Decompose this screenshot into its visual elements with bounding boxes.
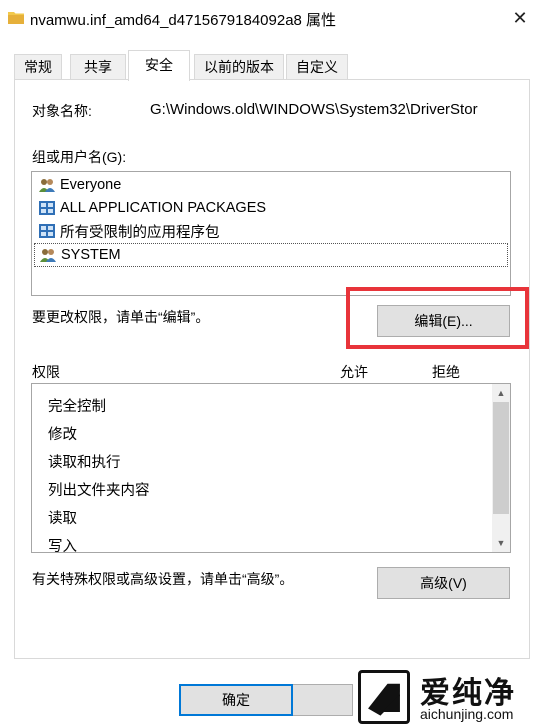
list-item-all-application-packages[interactable]: ALL APPLICATION PACKAGES [38, 197, 266, 219]
permission-item: 写入 [48, 539, 77, 553]
close-button[interactable]: ✕ [497, 0, 543, 36]
object-name-label: 对象名称: [32, 103, 92, 119]
brand-logo-icon [358, 670, 410, 724]
list-item-restricted-packages[interactable]: 所有受限制的应用程序包 [38, 220, 220, 242]
list-item-everyone[interactable]: Everyone [38, 174, 121, 196]
permission-item: 列出文件夹内容 [48, 483, 150, 499]
window-title: nvamwu.inf_amd64_d4715679184092a8 属性 [30, 12, 337, 29]
permission-item: 读取和执行 [48, 455, 121, 471]
ok-button[interactable]: 确定 [179, 684, 293, 716]
permission-item: 修改 [48, 427, 77, 443]
highlight-box [346, 287, 529, 349]
user-name: 所有受限制的应用程序包 [60, 224, 220, 241]
permission-item: 完全控制 [48, 399, 106, 415]
advanced-button[interactable]: 高级(V) [377, 567, 510, 599]
tab-general[interactable]: 常规 [14, 54, 62, 80]
change-hint: 要更改权限，请单击“编辑”。 [32, 309, 210, 325]
tab-customize[interactable]: 自定义 [286, 54, 348, 80]
close-icon: ✕ [512, 7, 528, 28]
list-item-system[interactable]: SYSTEM [34, 243, 508, 267]
tab-sharing[interactable]: 共享 [70, 54, 126, 80]
group-label: 组或用户名(G): [32, 149, 127, 165]
users-icon [39, 179, 55, 192]
object-name-value: G:\Windows.old\WINDOWS\System32\DriverSt… [150, 101, 478, 118]
deny-column-header: 拒绝 [432, 364, 460, 380]
tab-strip: 常规 共享 安全 以前的版本 自定义 [0, 50, 543, 81]
package-icon [39, 224, 55, 238]
title-bar: nvamwu.inf_amd64_d4715679184092a8 属性 ✕ [0, 0, 543, 38]
advanced-hint: 有关特殊权限或高级设置，请单击“高级”。 [32, 571, 294, 587]
users-icon [40, 249, 56, 262]
scroll-up-icon[interactable]: ▲ [492, 384, 510, 402]
watermark: 爱纯净 aichunjing.com [350, 668, 543, 728]
permissions-scrollbar[interactable]: ▲ ▼ [492, 384, 510, 552]
allow-column-header: 允许 [340, 364, 368, 380]
scroll-thumb[interactable] [493, 402, 509, 514]
permissions-label: 权限 [32, 364, 60, 380]
scroll-down-icon[interactable]: ▼ [492, 534, 510, 552]
user-name: ALL APPLICATION PACKAGES [60, 200, 267, 216]
permissions-list[interactable]: 完全控制 修改 读取和执行 列出文件夹内容 读取 写入 ▲ ▼ [31, 383, 511, 553]
user-name: Everyone [60, 177, 122, 193]
user-list[interactable]: Everyone ALL APPLICATION PACKAGES 所有受限制的… [31, 171, 511, 296]
package-icon [39, 201, 55, 215]
cancel-button[interactable] [293, 684, 353, 716]
watermark-url: aichunjing.com [420, 706, 514, 722]
tab-previous-versions[interactable]: 以前的版本 [194, 54, 284, 80]
folder-icon [8, 12, 24, 24]
permission-item: 读取 [48, 511, 77, 527]
tab-security[interactable]: 安全 [128, 50, 190, 81]
user-name: SYSTEM [61, 247, 121, 263]
